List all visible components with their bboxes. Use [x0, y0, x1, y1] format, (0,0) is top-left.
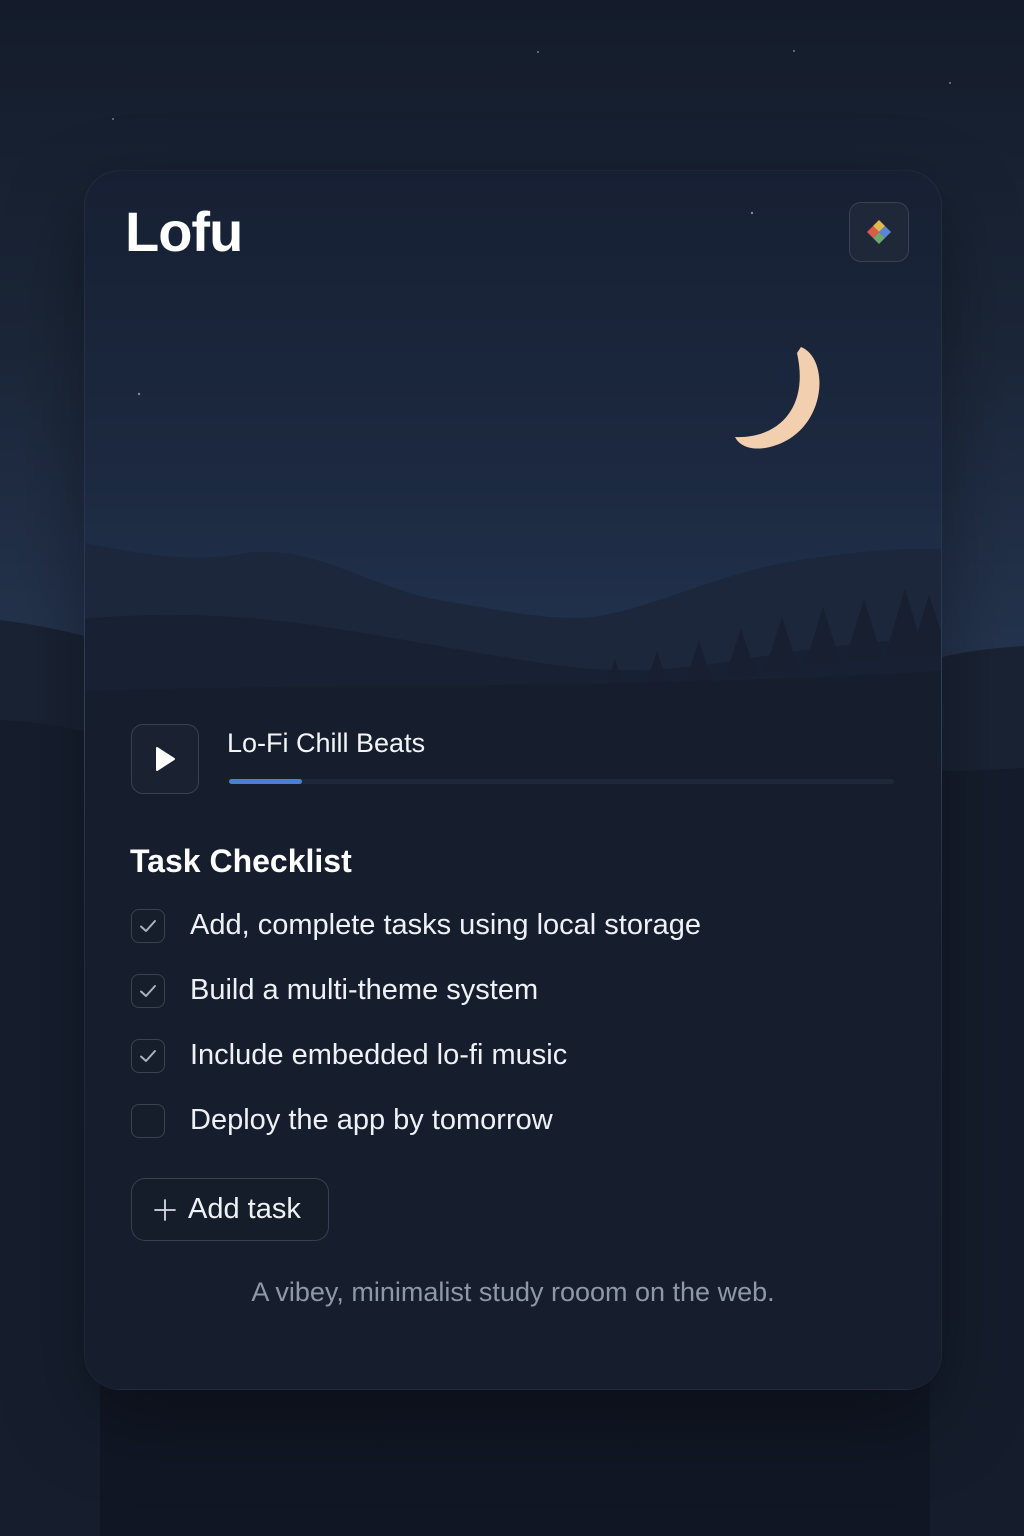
task-item: Add, complete tasks using local storage	[131, 907, 891, 972]
play-button[interactable]	[131, 724, 199, 794]
checkmark-icon	[140, 920, 156, 932]
card-stars	[137, 211, 754, 613]
add-task-label: Add task	[188, 1193, 301, 1225]
play-icon	[156, 747, 175, 771]
task-checkbox[interactable]	[131, 1039, 165, 1073]
study-room-card: Lofu Lo-Fi Chill Beats Task Checklist Ad…	[84, 170, 942, 1390]
task-label: Deploy the app by tomorrow	[190, 1104, 553, 1136]
checkmark-icon	[140, 985, 156, 997]
music-player: Lo-Fi Chill Beats	[131, 724, 895, 794]
checkmark-icon	[140, 1050, 156, 1062]
task-list: Add, complete tasks using local storage …	[131, 907, 891, 1167]
palette-diamond-icon	[867, 220, 891, 244]
task-item: Deploy the app by tomorrow	[131, 1102, 891, 1167]
task-label: Include embedded lo-fi music	[190, 1039, 568, 1071]
tagline: A vibey, minimalist study rooom on the w…	[251, 1277, 775, 1307]
task-item: Include embedded lo-fi music	[131, 1037, 891, 1102]
task-checkbox[interactable]	[131, 974, 165, 1008]
task-label: Build a multi-theme system	[190, 974, 539, 1006]
background-hill-near-right	[930, 768, 1024, 1536]
playback-progress-bar[interactable]	[229, 779, 894, 784]
app-title: Lofu	[125, 200, 243, 263]
task-label: Add, complete tasks using local storage	[190, 909, 701, 941]
add-task-button[interactable]: Add task	[131, 1178, 329, 1241]
task-item: Build a multi-theme system	[131, 972, 891, 1037]
checklist-title: Task Checklist	[130, 843, 352, 879]
moon-icon	[735, 347, 820, 449]
background-stars	[112, 50, 951, 120]
plus-icon	[154, 1198, 176, 1221]
task-checkbox[interactable]	[131, 1104, 165, 1138]
task-checkbox[interactable]	[131, 909, 165, 943]
track-title: Lo-Fi Chill Beats	[227, 728, 426, 758]
theme-switcher-button[interactable]	[849, 202, 909, 262]
playback-progress-fill	[229, 779, 303, 784]
